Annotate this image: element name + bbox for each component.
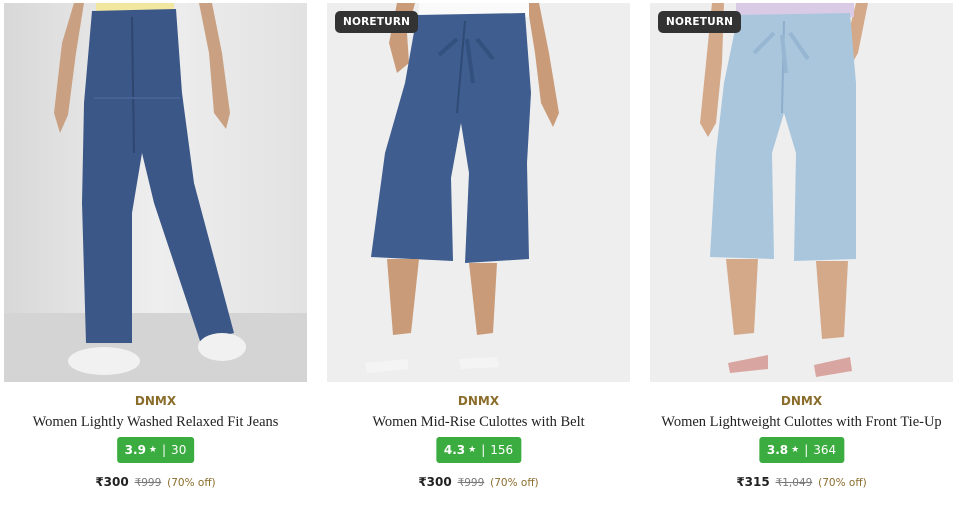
noreturn-tag: NORETURN [658,11,742,33]
rating-value: 3.9 [124,443,146,457]
rating-separator: | [804,443,809,457]
star-icon: ★ [468,445,477,455]
star-icon: ★ [791,445,800,455]
product-photo [650,3,953,382]
current-price: ₹300 [418,475,452,489]
star-icon: ★ [148,445,158,455]
product-card[interactable]: NORETURN DNMX Women Lightweight Culottes… [650,3,953,515]
product-photo [327,3,630,382]
original-price: ₹999 [134,477,162,489]
product-brand: DNMX [780,394,823,408]
price-row: ₹315 ₹1,049 (70% off) [650,475,953,489]
rating-badge: 3.8 ★ | 364 [758,437,845,463]
product-name[interactable]: Women Mid-Rise Culottes with Belt [327,414,630,431]
product-card[interactable]: DNMX Women Lightly Washed Relaxed Fit Je… [4,3,307,515]
rating-separator: | [162,443,167,457]
noreturn-tag: NORETURN [335,11,419,33]
product-photo [4,3,307,382]
rating-count: 364 [813,443,837,457]
rating-value: 4.3 [443,443,466,457]
rating-separator: | [481,443,486,457]
product-brand: DNMX [134,394,177,408]
rating-count: 156 [490,443,514,457]
discount-label: (70% off) [490,477,539,489]
product-image[interactable]: NORETURN [650,3,953,382]
rating-count: 30 [171,443,187,457]
current-price: ₹300 [95,475,129,489]
current-price: ₹315 [736,475,770,489]
product-brand: DNMX [457,394,500,408]
product-image[interactable] [4,3,307,382]
price-row: ₹300 ₹999 (70% off) [4,475,307,489]
original-price: ₹1,049 [775,477,813,489]
product-name[interactable]: Women Lightly Washed Relaxed Fit Jeans [4,414,307,431]
product-name[interactable]: Women Lightweight Culottes with Front Ti… [650,414,953,431]
price-row: ₹300 ₹999 (70% off) [327,475,630,489]
product-image[interactable]: NORETURN [327,3,630,382]
discount-label: (70% off) [167,477,216,489]
rating-badge: 3.9 ★ | 30 [116,437,195,463]
rating-badge: 4.3 ★ | 156 [435,437,522,463]
rating-value: 3.8 [766,443,789,457]
discount-label: (70% off) [818,477,867,489]
original-price: ₹999 [457,477,485,489]
product-card[interactable]: NORETURN DNMX Women Mid-Rise Culottes wi… [327,3,630,515]
